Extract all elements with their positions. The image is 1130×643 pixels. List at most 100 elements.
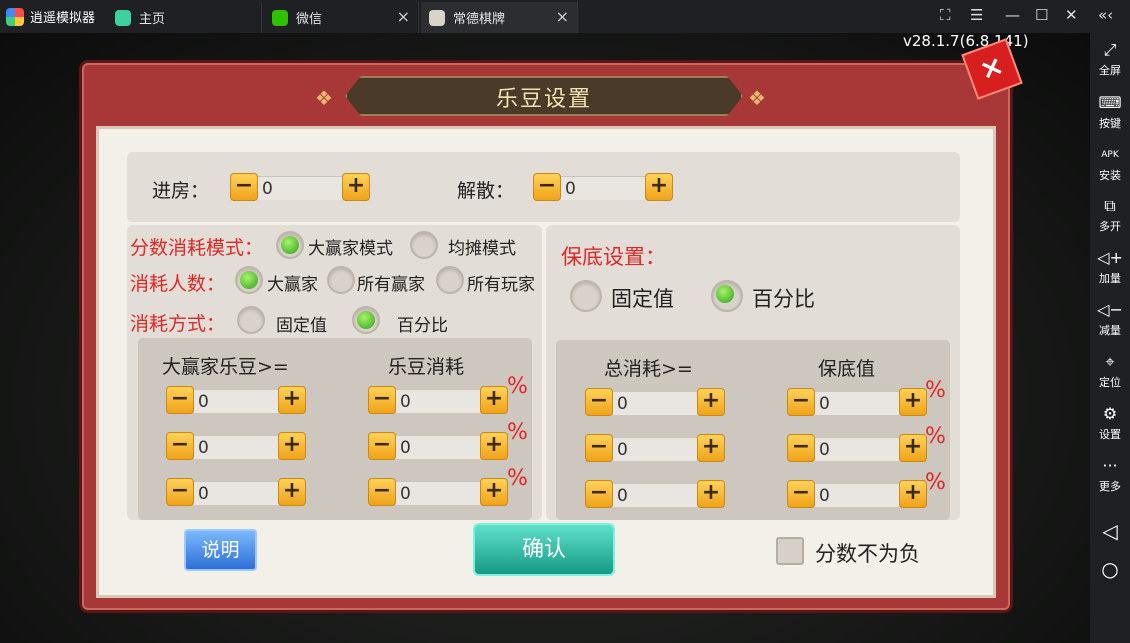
stepper-value[interactable]: 0 (396, 389, 480, 413)
back-icon[interactable]: ◁ (1090, 519, 1130, 543)
close-tab-icon[interactable]: × (556, 7, 569, 26)
plus-button[interactable]: + (697, 480, 725, 508)
minus-button[interactable]: − (166, 478, 194, 506)
column-header: 乐豆消耗 (388, 356, 465, 378)
plus-button[interactable]: + (480, 478, 508, 506)
plus-button[interactable]: + (697, 434, 725, 462)
sidebar-install[interactable]: APK 安装 (1090, 146, 1130, 183)
menu-icon[interactable]: ☰ (970, 6, 983, 24)
minimize-icon[interactable]: — (1005, 6, 1020, 24)
radio-big-winner[interactable] (235, 266, 263, 294)
radio-guarantee-fixed[interactable] (570, 280, 602, 312)
maximize-icon[interactable]: ☐ (1035, 6, 1048, 24)
plus-button[interactable]: + (480, 432, 508, 460)
radio-guarantee-percent[interactable] (711, 280, 743, 312)
game-icon (429, 9, 445, 26)
minus-button[interactable]: − (166, 386, 194, 414)
minus-button[interactable]: − (787, 434, 815, 462)
explain-button[interactable]: 说明 (184, 529, 257, 571)
minus-button[interactable]: − (787, 480, 815, 508)
close-tab-icon[interactable]: × (397, 7, 410, 26)
percent-sign: % (507, 466, 528, 491)
dissolve-stepper: − 0 + (533, 173, 673, 203)
plus-button[interactable]: + (480, 386, 508, 414)
minus-button[interactable]: − (585, 434, 613, 462)
percent-sign: % (507, 420, 528, 445)
ornament-icon: ❖ (748, 86, 766, 110)
stepper-value[interactable]: 0 (613, 437, 697, 461)
radio-label: 固定值 (276, 316, 327, 336)
radio-fixed[interactable] (237, 306, 265, 334)
minus-button[interactable]: − (230, 173, 258, 201)
nonneg-checkbox[interactable] (776, 537, 804, 565)
stepper-value[interactable]: 0 (194, 481, 278, 505)
plus-button[interactable]: + (899, 388, 927, 416)
radio-label: 所有赢家 (357, 275, 425, 295)
radio-label: 固定值 (611, 287, 674, 311)
collapse-sidebar-icon[interactable]: «‹ (1098, 6, 1113, 24)
sidebar-volume-up[interactable]: ◁+ 加量 (1090, 249, 1130, 286)
enter-label: 进房： (152, 180, 210, 202)
fullscreen-icon: ⤢ (1103, 40, 1117, 59)
sidebar-volume-down[interactable]: ◁− 减量 (1090, 301, 1130, 338)
minus-button[interactable]: − (585, 480, 613, 508)
sidebar-more[interactable]: ··· 更多 (1090, 457, 1130, 494)
tab-home[interactable]: 主页 (107, 2, 262, 33)
radio-all-players[interactable] (436, 266, 464, 294)
radio-split-mode[interactable] (410, 231, 438, 259)
plus-button[interactable]: + (278, 432, 306, 460)
sidebar-multi[interactable]: ⧉ 多开 (1090, 197, 1130, 234)
value-stepper: −0 + (368, 386, 508, 416)
radio-percent[interactable] (352, 306, 380, 334)
stepper-value[interactable]: 0 (194, 435, 278, 459)
close-window-icon[interactable]: ✕ (1065, 6, 1078, 24)
minus-button[interactable]: − (368, 478, 396, 506)
volume-up-icon: ◁+ (1097, 248, 1123, 267)
tab-game[interactable]: 常德棋牌 × (421, 2, 578, 33)
value-stepper: −0 + (585, 434, 725, 464)
plus-button[interactable]: + (645, 173, 673, 201)
minus-button[interactable]: − (368, 432, 396, 460)
radio-label: 百分比 (397, 316, 448, 336)
sidebar-fullscreen[interactable]: ⤢ 全屏 (1090, 41, 1130, 78)
plus-button[interactable]: + (342, 173, 370, 201)
stepper-value[interactable]: 0 (613, 483, 697, 507)
home-circle-icon[interactable]: ○ (1090, 557, 1130, 581)
emulator-sidebar: ⤢ 全屏 ⌨ 按键 APK 安装 ⧉ 多开 ◁+ 加量 ◁− 减量 ⌖ 定位 ⚙ 设置 ··· 更… (1090, 33, 1130, 643)
radio-label: 均摊模式 (448, 239, 516, 259)
plus-button[interactable]: + (278, 478, 306, 506)
stepper-value[interactable]: 0 (396, 435, 480, 459)
radio-all-winners[interactable] (327, 266, 355, 294)
plus-button[interactable]: + (697, 388, 725, 416)
stepper-value[interactable]: 0 (613, 391, 697, 415)
column-header: 大赢家乐豆>= (162, 356, 289, 378)
tab-wechat[interactable]: 微信 × (264, 2, 419, 33)
radio-label: 所有玩家 (467, 275, 535, 295)
minus-button[interactable]: − (368, 386, 396, 414)
stepper-value[interactable]: 0 (561, 176, 645, 200)
minus-button[interactable]: − (585, 388, 613, 416)
minus-button[interactable]: − (533, 173, 561, 201)
radio-big-winner-mode[interactable] (276, 231, 304, 259)
enter-stepper: − 0 + (230, 173, 370, 203)
stepper-value[interactable]: 0 (194, 389, 278, 413)
stepper-value[interactable]: 0 (815, 437, 899, 461)
value-stepper: −0 + (166, 386, 306, 416)
stepper-value[interactable]: 0 (258, 176, 342, 200)
gear-icon: ⚙ (1102, 404, 1118, 423)
stepper-value[interactable]: 0 (396, 481, 480, 505)
screenshot-icon[interactable]: ⛶ (940, 6, 951, 24)
multi-open-icon: ⧉ (1104, 196, 1116, 215)
stepper-value[interactable]: 0 (815, 483, 899, 507)
minus-button[interactable]: − (787, 388, 815, 416)
plus-button[interactable]: + (899, 434, 927, 462)
stepper-value[interactable]: 0 (815, 391, 899, 415)
minus-button[interactable]: − (166, 432, 194, 460)
sidebar-settings[interactable]: ⚙ 设置 (1090, 405, 1130, 442)
sidebar-keys[interactable]: ⌨ 按键 (1090, 94, 1130, 131)
value-stepper: −0 + (585, 480, 725, 510)
plus-button[interactable]: + (278, 386, 306, 414)
plus-button[interactable]: + (899, 480, 927, 508)
confirm-button[interactable]: 确认 (473, 523, 615, 576)
sidebar-location[interactable]: ⌖ 定位 (1090, 353, 1130, 390)
